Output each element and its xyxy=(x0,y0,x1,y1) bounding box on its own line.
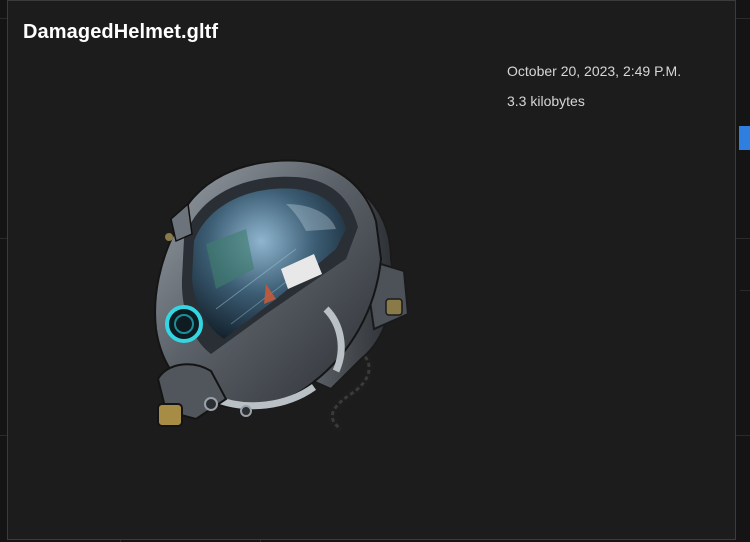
file-preview-tooltip: DamagedHelmet.gltf October 20, 2023, 2:4… xyxy=(7,0,736,540)
file-size: 3.3 kilobytes xyxy=(507,93,585,109)
background-divider xyxy=(740,290,750,291)
selection-indicator xyxy=(739,126,750,150)
file-modified-date: October 20, 2023, 2:49 P.M. xyxy=(507,63,682,79)
model-preview-image xyxy=(154,159,410,434)
visor-ring-light xyxy=(165,305,203,343)
file-name: DamagedHelmet.gltf xyxy=(23,21,219,43)
